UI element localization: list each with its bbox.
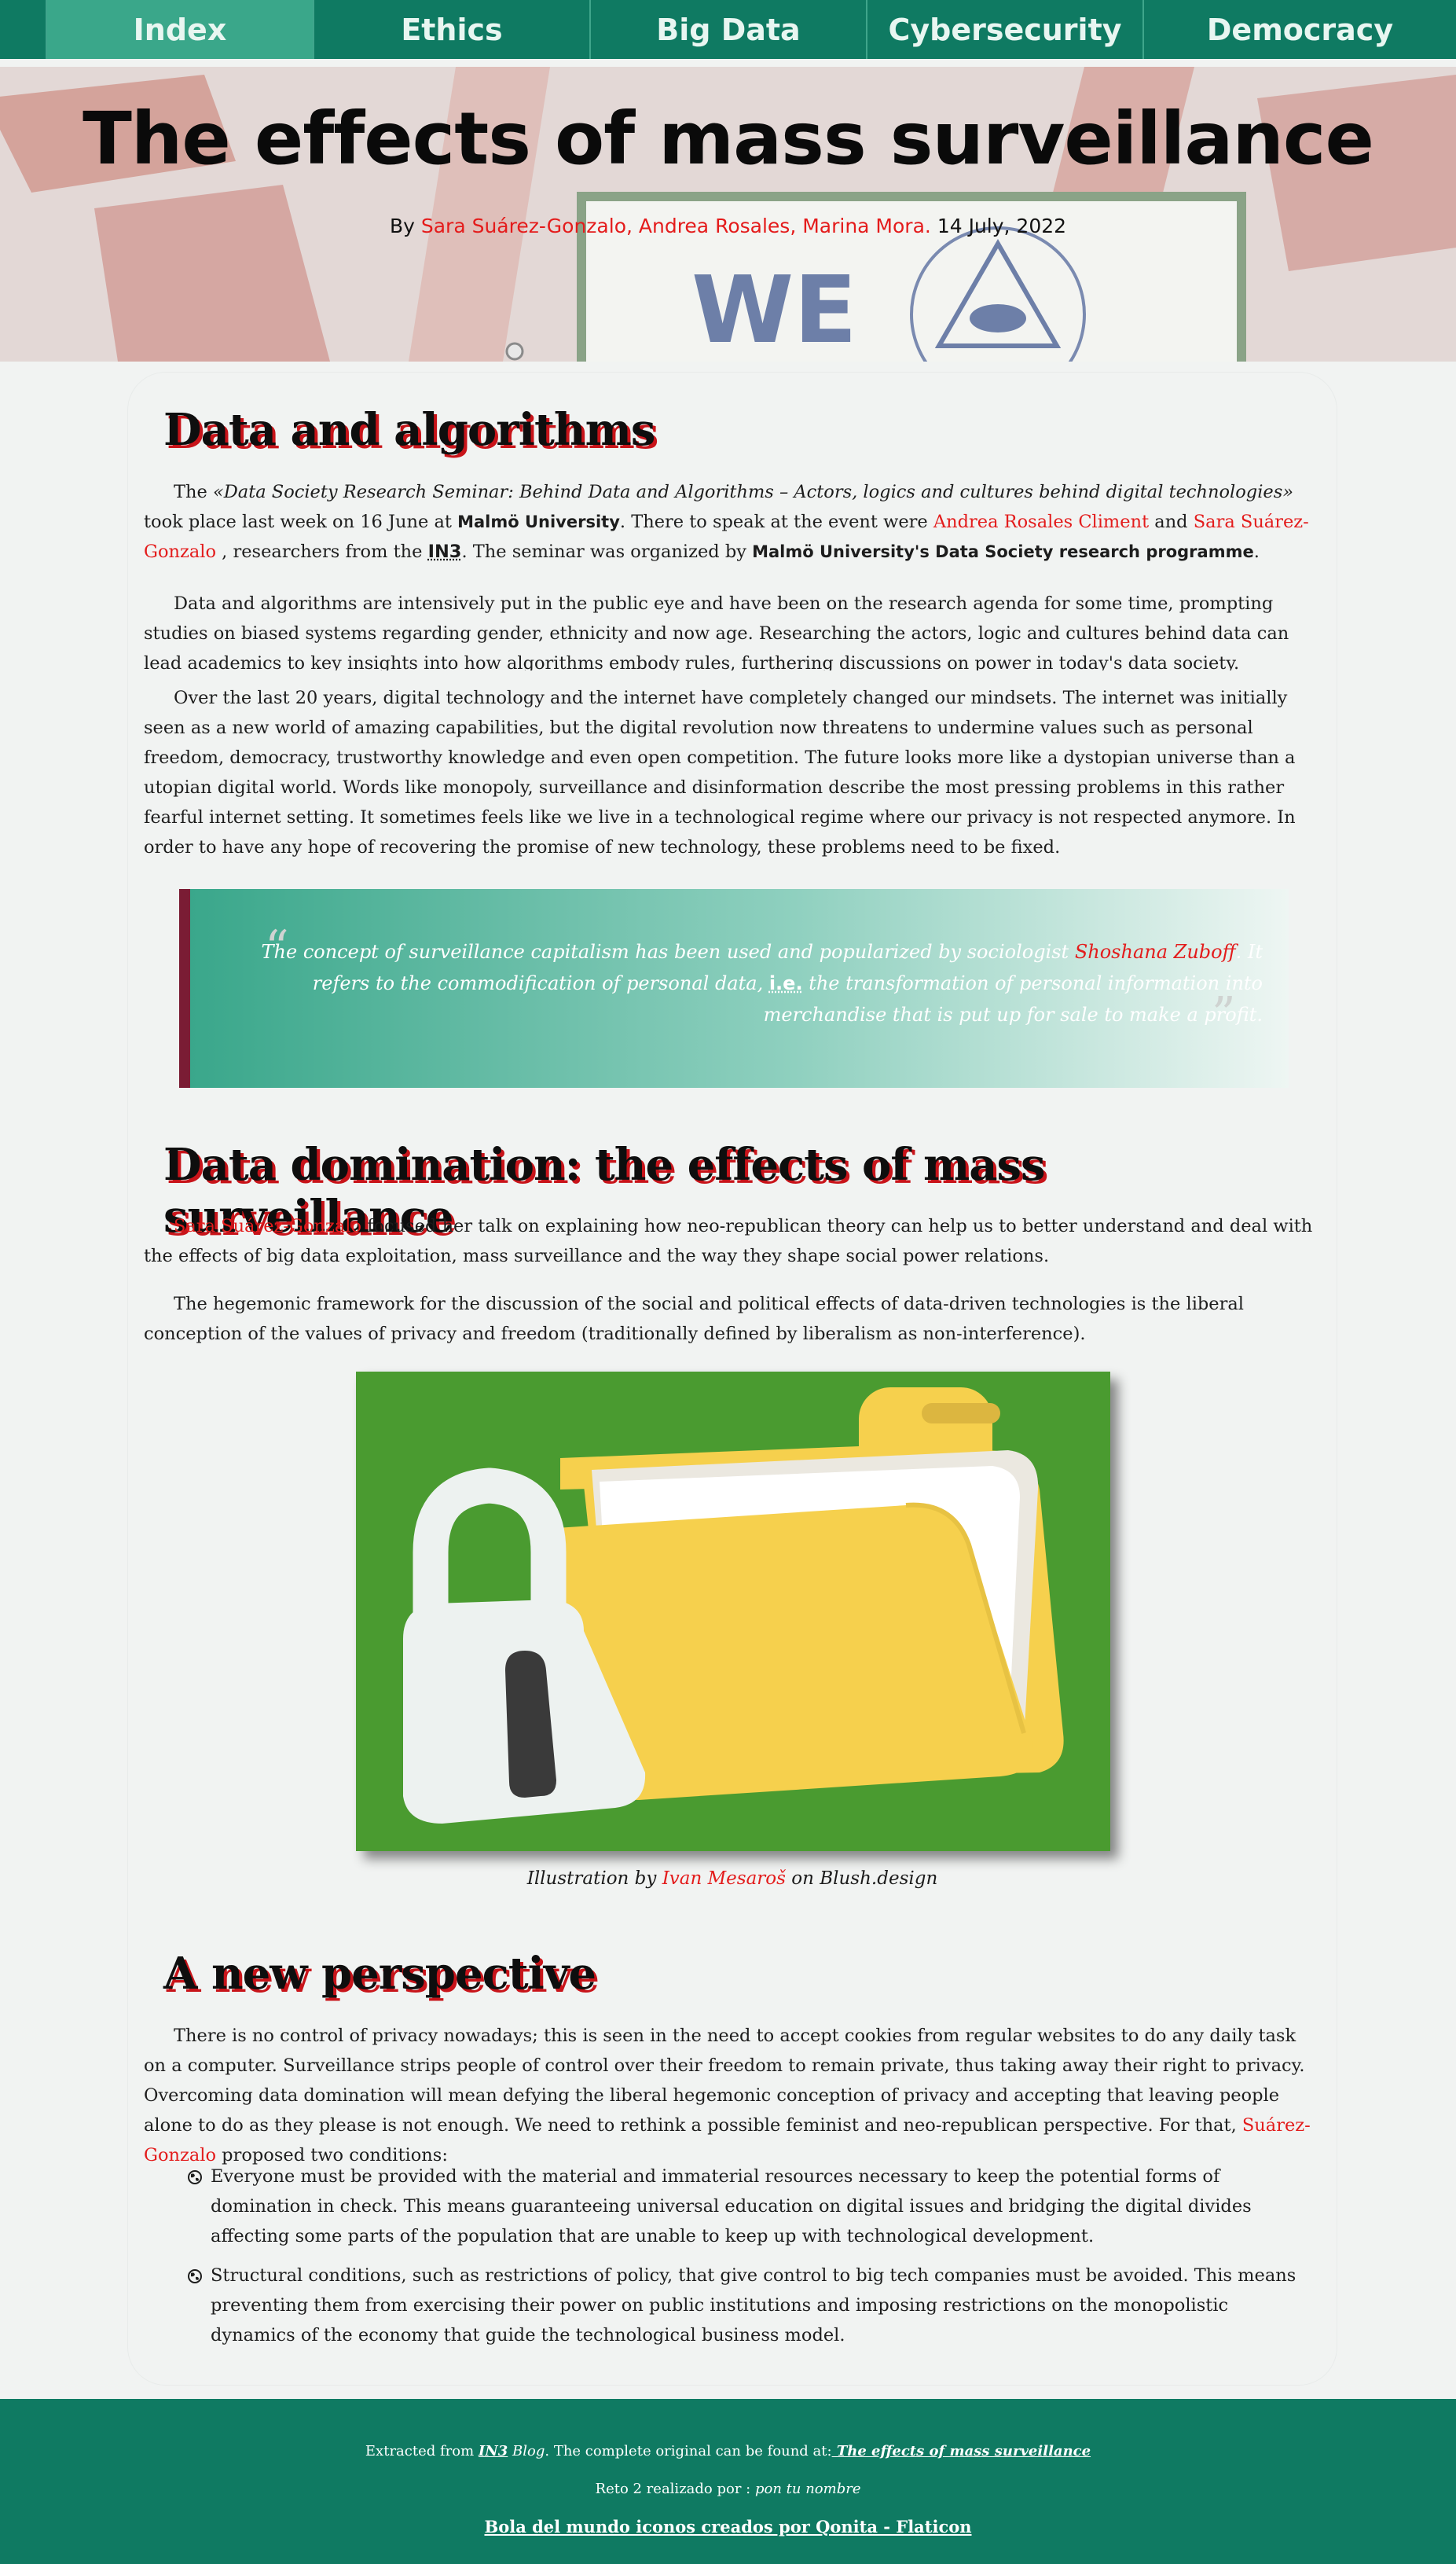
paragraph-new-perspective: There is no control of privacy nowadays;… bbox=[144, 2026, 1311, 2165]
paragraph-hegemonic-framework: The hegemonic framework for the discussi… bbox=[144, 1294, 1244, 1344]
nav-item-ethics[interactable]: Ethics bbox=[314, 0, 591, 59]
footer-credit-line: Reto 2 realizado por : pon tu nombre bbox=[595, 2481, 861, 2497]
link-sara-suarez-2[interactable]: Sara Suárez-Gonzalo bbox=[174, 1216, 361, 1236]
globe-icon bbox=[188, 2170, 202, 2184]
footer-icons-credit: Bola del mundo iconos creados por Qonita… bbox=[0, 2517, 1456, 2536]
nav-item-democracy[interactable]: Democracy bbox=[1144, 0, 1456, 59]
link-shoshana-zuboff[interactable]: Shoshana Zuboff bbox=[1075, 941, 1236, 963]
footer-source-line: Extracted from IN3 Blog. The complete or… bbox=[365, 2443, 1091, 2459]
hero-sign-text: WE bbox=[691, 255, 857, 362]
byline-date: 14 July, 2022 bbox=[937, 215, 1067, 237]
footer-in3-link[interactable]: IN3 bbox=[479, 2443, 508, 2459]
byline-by: By bbox=[389, 215, 415, 237]
footer-original-link[interactable]: The effects of mass surveillance bbox=[832, 2443, 1091, 2459]
page-footer: Extracted from IN3 Blog. The complete or… bbox=[0, 2399, 1456, 2564]
section-heading-new-perspective: A new perspective bbox=[163, 1948, 596, 2000]
list-item: Everyone must be provided with the mater… bbox=[187, 2162, 1311, 2251]
paragraph-data-algorithms: Data and algorithms are intensively put … bbox=[144, 593, 1289, 670]
globe-icon bbox=[188, 2269, 202, 2283]
nav-item-big-data[interactable]: Big Data bbox=[591, 0, 867, 59]
nav-item-cybersecurity[interactable]: Cybersecurity bbox=[867, 0, 1144, 59]
byline: By Sara Suárez-Gonzalo, Andrea Rosales, … bbox=[0, 215, 1456, 237]
nav-spacer bbox=[0, 0, 47, 59]
list-item: Structural conditions, such as restricti… bbox=[187, 2261, 1311, 2350]
illustration-caption: Illustration by Ivan Mesaroš on Blush.de… bbox=[526, 1868, 938, 1889]
conditions-list: Everyone must be provided with the mater… bbox=[187, 2162, 1311, 2360]
page-title: The effects of mass surveillance bbox=[83, 97, 1374, 181]
link-ivan-mesaros[interactable]: Ivan Mesaroš bbox=[662, 1868, 786, 1889]
hero-banner: WE The effects of mass surveillance By S… bbox=[0, 67, 1456, 362]
illustration-locked-folder bbox=[356, 1372, 1110, 1851]
paragraph-suarez-talk: Sara Suárez-Gonzalo focused her talk on … bbox=[144, 1216, 1313, 1266]
paragraph-seminar: The «Data Society Research Seminar: Behi… bbox=[144, 482, 1309, 562]
abbr-in3: IN3 bbox=[427, 542, 462, 562]
nav-item-index[interactable]: Index bbox=[47, 0, 314, 59]
byline-authors[interactable]: Sara Suárez-Gonzalo, Andrea Rosales, Mar… bbox=[421, 215, 931, 237]
close-quote-icon: ” bbox=[1212, 987, 1236, 1042]
paragraph-digital-technology: Over the last 20 years, digital technolo… bbox=[144, 688, 1296, 858]
flaticon-credit-link[interactable]: Bola del mundo iconos creados por Qonita… bbox=[484, 2517, 971, 2536]
blockquote-surveillance-capitalism: “ The concept of surveillance capitalism… bbox=[179, 889, 1289, 1088]
article-card: Data and algorithms The «Data Society Re… bbox=[128, 373, 1337, 2385]
blockquote-text: The concept of surveillance capitalism h… bbox=[261, 941, 1263, 1026]
section-heading-data-algorithms: Data and algorithms bbox=[163, 404, 655, 456]
top-nav: Index Ethics Big Data Cybersecurity Demo… bbox=[0, 0, 1456, 59]
link-andrea-rosales[interactable]: Andrea Rosales Climent bbox=[933, 512, 1149, 532]
